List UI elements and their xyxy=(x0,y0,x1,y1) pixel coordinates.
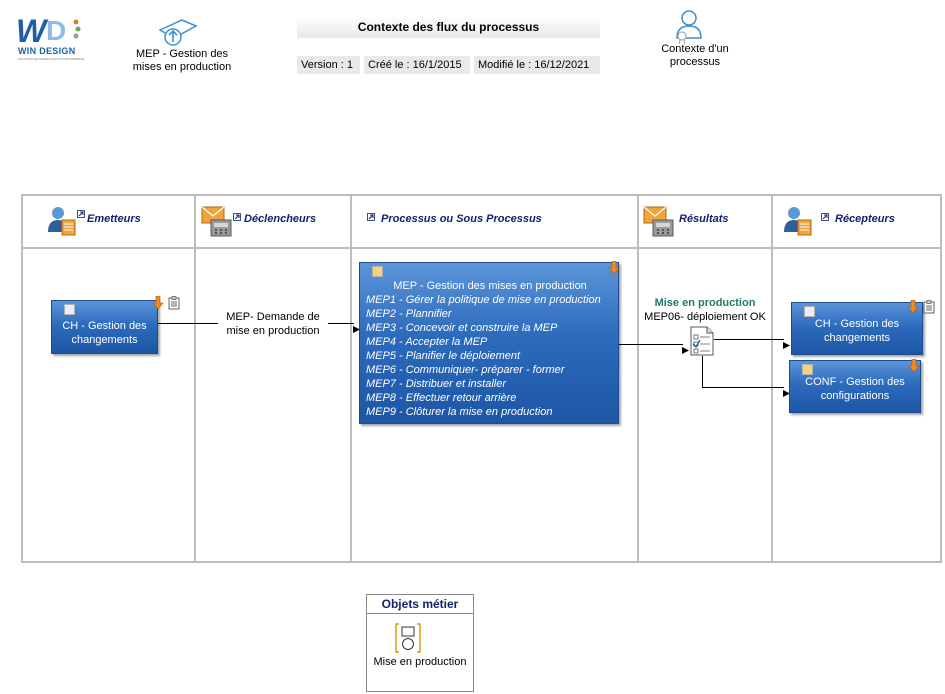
flow-line xyxy=(702,356,703,387)
process-name-label: MEP - Gestion des mises en production xyxy=(132,48,232,73)
receiver-icon xyxy=(782,204,814,241)
emitter-icon xyxy=(46,204,78,241)
process-box[interactable]: MEP - Gestion des mises en production ME… xyxy=(359,262,619,424)
flow-line xyxy=(619,344,683,345)
flag-icon xyxy=(804,306,815,317)
download-arrow-icon xyxy=(152,295,164,315)
clipboard-icon xyxy=(923,300,935,319)
receiver-label: CONF - Gestion des configurations xyxy=(805,376,905,402)
subprocess-item[interactable]: MEP7 - Distribuer et installer xyxy=(366,377,601,391)
arrow-head-icon xyxy=(783,336,790,354)
emitter-label: CH - Gestion des changements xyxy=(62,320,147,346)
mail-phone-icon xyxy=(201,205,233,242)
flow-line xyxy=(328,323,354,324)
process-title: MEP - Gestion des mises en production xyxy=(393,280,587,292)
version-label: Version : 1 xyxy=(297,56,360,74)
windesign-logo-icon: W D xyxy=(16,13,81,49)
column-header-processes: Processus ou Sous Processus xyxy=(381,213,542,225)
column-divider xyxy=(350,194,352,563)
flag-icon xyxy=(802,364,813,375)
subprocess-item[interactable]: MEP2 - Plannifier xyxy=(366,307,601,321)
flow-line xyxy=(158,323,218,324)
receiver-conf-box[interactable]: CONF - Gestion des configurations xyxy=(789,360,921,413)
column-header-triggers: Déclencheurs xyxy=(244,213,317,225)
result-title: Mise en production xyxy=(654,297,756,309)
trigger-label: MEP- Demande de mise en production xyxy=(226,311,320,337)
column-header-results: Résultats xyxy=(679,213,729,225)
business-objects-title: Objets métier xyxy=(367,595,473,614)
header-divider xyxy=(21,247,942,249)
subprocess-item[interactable]: MEP9 - Clôturer la mise en production xyxy=(366,405,601,419)
context-label: Contexte d'un processus xyxy=(661,43,729,68)
clipboard-icon xyxy=(168,296,180,315)
download-arrow-icon xyxy=(908,358,920,378)
column-header-emitters: Emetteurs xyxy=(87,213,141,225)
subprocess-item[interactable]: MEP3 - Concevoir et construire la MEP xyxy=(366,321,601,335)
arrow-head-icon xyxy=(682,341,689,359)
link-icon xyxy=(77,205,85,223)
logo-brand: WIN DESIGN xyxy=(18,46,76,56)
flag-icon xyxy=(64,304,75,315)
link-icon xyxy=(821,208,829,226)
info-title: Contexte des flux du processus xyxy=(297,16,600,38)
flow-line xyxy=(714,339,784,340)
mail-phone-icon xyxy=(643,205,675,242)
receiver-ch-box[interactable]: CH - Gestion des changements xyxy=(791,302,923,355)
emitter-ch-box[interactable]: CH - Gestion des changements xyxy=(51,300,158,354)
download-arrow-icon xyxy=(907,299,919,319)
subprocess-list: MEP1 - Gérer la politique de mise en pro… xyxy=(366,293,601,419)
receiver-label: CH - Gestion des changements xyxy=(814,318,900,344)
business-object-label: Mise en production xyxy=(373,656,467,668)
svg-text:W: W xyxy=(16,13,49,49)
subprocess-item[interactable]: MEP4 - Accepter la MEP xyxy=(366,335,601,349)
result-subtitle: MEP06- déploiement OK xyxy=(644,311,766,323)
download-arrow-icon xyxy=(608,260,620,280)
subprocess-item[interactable]: MEP1 - Gérer la politique de mise en pro… xyxy=(366,293,601,307)
created-date: Créé le : 16/1/2015 xyxy=(364,56,470,74)
business-objects-panel: Objets métier Mise en production xyxy=(366,594,474,692)
subprocess-item[interactable]: MEP5 - Planifier le déploiement xyxy=(366,349,601,363)
modified-date: Modifié le : 16/12/2021 xyxy=(474,56,600,74)
user-context-icon xyxy=(672,8,706,45)
link-icon xyxy=(367,208,375,226)
process-icon xyxy=(156,16,198,48)
column-divider xyxy=(194,194,196,563)
column-header-receivers: Récepteurs xyxy=(835,213,895,225)
flow-line xyxy=(702,387,784,388)
column-divider xyxy=(771,194,773,563)
link-icon xyxy=(233,208,241,226)
business-object-icon[interactable] xyxy=(395,623,421,658)
subprocess-item[interactable]: MEP8 - Effectuer retour arrière xyxy=(366,391,601,405)
flag-icon xyxy=(372,266,383,277)
windesign-logo: W D WIN DESIGN SOLUTION DE MODÉLISATION … xyxy=(14,10,86,62)
subprocess-item[interactable]: MEP6 - Communiquer- préparer - former xyxy=(366,363,601,377)
column-divider xyxy=(637,194,639,563)
logo-tagline: SOLUTION DE MODÉLISATION D'ENTREPRISE xyxy=(18,57,85,61)
svg-text:D: D xyxy=(46,15,66,46)
